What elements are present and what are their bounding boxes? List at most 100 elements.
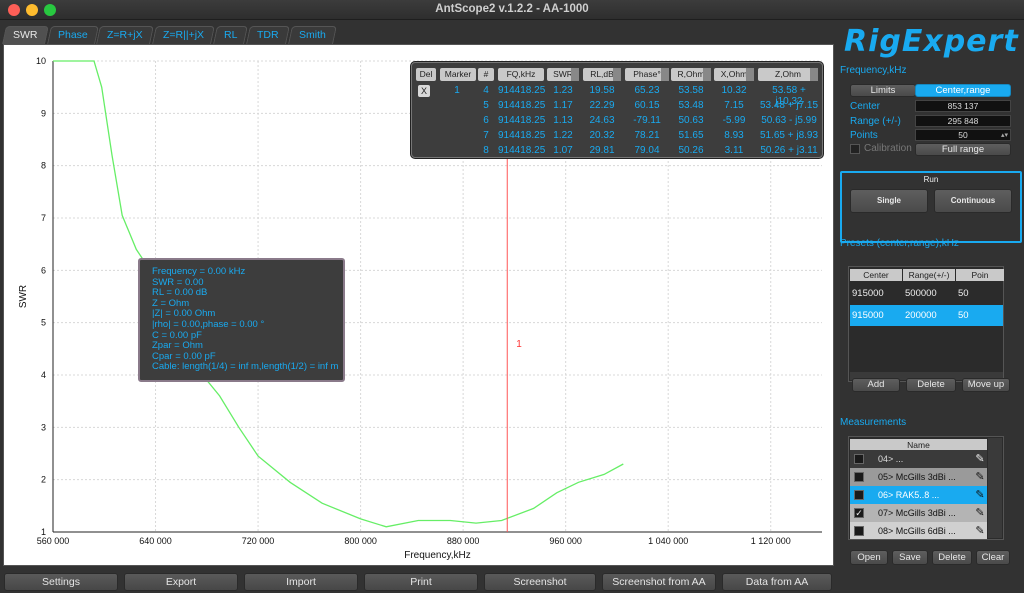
preset-center: 915000 [852, 288, 884, 299]
x-tick-label: 640 000 [139, 536, 172, 546]
edit-pencil-icon[interactable]: ✎ [974, 488, 986, 502]
rigexpert-logo: RigExpert [844, 24, 1019, 59]
marker-cell: 53.48 [678, 100, 704, 111]
save-button[interactable]: Save [892, 550, 928, 565]
edit-pencil-icon[interactable]: ✎ [974, 470, 986, 484]
measurement-checkbox[interactable] [854, 472, 864, 482]
presets-table: Center Range(+/-) Poin 915000 500000 50 … [848, 266, 1004, 382]
x-axis-label: Frequency,kHz [404, 550, 471, 561]
measurement-row[interactable]: ✓ 07> McGills 3dBi ... ✎ [850, 504, 987, 522]
header-x[interactable]: X,Ohm [714, 68, 754, 81]
tab-phase[interactable]: Phase [46, 26, 99, 44]
marker-cell: 19.58 [589, 85, 615, 96]
chart-tabs: SWR Phase Z=R+jX Z=R||+jX RL TDR Smith [2, 26, 337, 44]
export-button[interactable]: Export [124, 573, 238, 591]
calibration-checkbox[interactable] [850, 144, 860, 154]
tab-z-parallel[interactable]: Z=R||+jX [151, 26, 215, 44]
measurement-row-selected[interactable]: 06> RAK5..8 ... ✎ [850, 486, 987, 504]
screenshot-from-aa-button[interactable]: Screenshot from AA [602, 573, 716, 591]
marker-cell: 3.11 [724, 145, 744, 156]
points-spinbox[interactable]: 50 ▴▾ [915, 129, 1011, 141]
tab-smith[interactable]: Smith [288, 26, 337, 44]
frequency-title: Frequency,kHz [840, 65, 907, 76]
measurements-table: Name 04> ... ✎ 05> McGills 3dBi ... ✎ 06… [848, 436, 1004, 540]
marker-cell: 7.15 [724, 100, 744, 111]
delete-preset-button[interactable]: Delete [906, 378, 956, 392]
range-input[interactable]: 295 848 [915, 115, 1011, 127]
add-preset-button[interactable]: Add [852, 378, 900, 392]
marker-cell: 78.21 [634, 130, 660, 141]
run-box: Run Single Continuous [840, 171, 1022, 243]
clear-button[interactable]: Clear [976, 550, 1010, 565]
header-del: Del [416, 68, 436, 81]
edit-pencil-icon[interactable]: ✎ [974, 506, 986, 520]
marker-cell: 914418.25 [498, 145, 546, 156]
marker-table: Del Marker # FQ,kHz SWR RL,dB Phase° R,O… [411, 62, 823, 158]
measurements-scrollbar[interactable] [988, 438, 1002, 538]
preset-row[interactable]: 915000 500000 50 [850, 283, 1003, 304]
open-button[interactable]: Open [850, 550, 888, 565]
marker-number: 1 [454, 85, 460, 96]
measurement-row[interactable]: 04> ... ✎ [850, 450, 987, 468]
y-tick-label: 1 [41, 527, 46, 537]
marker-cell: 6 [483, 115, 489, 126]
marker-cell: 1.23 [553, 85, 573, 96]
x-tick-label: 800 000 [344, 536, 377, 546]
measurement-row[interactable]: 05> McGills 3dBi ... ✎ [850, 468, 987, 486]
points-label: Points [850, 130, 878, 141]
preset-range: 200000 [905, 310, 937, 321]
tab-tdr[interactable]: TDR [246, 26, 290, 44]
header-phase[interactable]: Phase° [625, 68, 669, 81]
tab-swr[interactable]: SWR [2, 26, 49, 44]
settings-button[interactable]: Settings [4, 573, 118, 591]
measurement-checkbox[interactable] [854, 454, 864, 464]
measurement-checkbox-checked[interactable]: ✓ [854, 508, 864, 518]
limits-button[interactable]: Limits [850, 84, 916, 97]
screenshot-button[interactable]: Screenshot [484, 573, 596, 591]
measurement-row[interactable]: 08> McGills 6dBi ... ✎ [850, 522, 987, 539]
bottom-toolbar: Settings Export Import Print Screenshot … [0, 571, 834, 593]
presets-header-range: Range(+/-) [903, 269, 955, 281]
range-label: Range (+/-) [850, 116, 901, 127]
header-z[interactable]: Z,Ohm [758, 68, 818, 81]
edit-pencil-icon[interactable]: ✎ [974, 452, 986, 466]
header-rl[interactable]: RL,dB [583, 68, 621, 81]
x-tick-label: 720 000 [242, 536, 275, 546]
marker-cell: 1.22 [553, 130, 573, 141]
edit-pencil-icon[interactable]: ✎ [974, 524, 986, 538]
move-up-button[interactable]: Move up [962, 378, 1010, 392]
tab-z-series[interactable]: Z=R+jX [96, 26, 154, 44]
center-input[interactable]: 853 137 [915, 100, 1011, 112]
tab-label: Z=R+jX [107, 29, 143, 41]
measurement-checkbox[interactable] [854, 490, 864, 500]
center-range-button[interactable]: Center,range [915, 84, 1011, 97]
import-button[interactable]: Import [244, 573, 358, 591]
print-button[interactable]: Print [364, 573, 478, 591]
preset-row-selected[interactable]: 915000 200000 50 [850, 305, 1003, 326]
presets-header-points: Poin [956, 269, 1004, 281]
measurement-checkbox[interactable] [854, 526, 864, 536]
marker-cell: 51.65 [678, 130, 704, 141]
measurement-name: 08> McGills 6dBi ... [878, 526, 956, 536]
delete-measurement-button[interactable]: Delete [932, 550, 972, 565]
delete-marker-button[interactable]: X [418, 85, 430, 97]
header-r[interactable]: R,Ohm [671, 68, 711, 81]
y-tick-label: 3 [41, 422, 46, 432]
header-swr[interactable]: SWR [547, 68, 579, 81]
measurements-title: Measurements [840, 417, 907, 428]
presets-header-center: Center [850, 269, 902, 281]
marker-label: 1 [516, 339, 522, 350]
continuous-button[interactable]: Continuous [934, 189, 1012, 213]
data-from-aa-button[interactable]: Data from AA [722, 573, 832, 591]
y-tick-label: 5 [41, 318, 46, 328]
spin-arrows-icon[interactable]: ▴▾ [1001, 130, 1008, 141]
marker-cell: -5.99 [722, 115, 746, 126]
marker-cell: 10.32 [721, 85, 747, 96]
full-range-button[interactable]: Full range [915, 143, 1011, 156]
y-tick-label: 4 [41, 370, 46, 380]
tab-rl[interactable]: RL [213, 26, 249, 44]
y-tick-label: 2 [41, 475, 46, 485]
single-button[interactable]: Single [850, 189, 928, 213]
marker-cell: 914418.25 [498, 130, 546, 141]
marker-cell: 50.63 [678, 115, 704, 126]
